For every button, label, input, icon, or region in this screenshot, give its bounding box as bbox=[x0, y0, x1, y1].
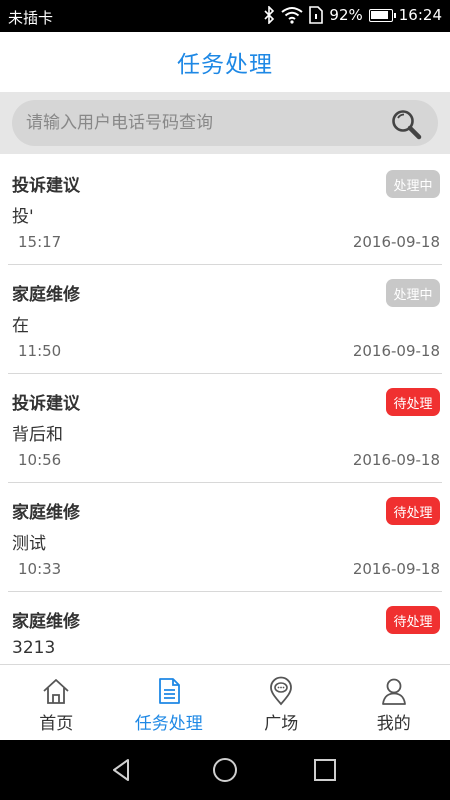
task-date: 2016-09-18 bbox=[352, 451, 440, 469]
wifi-icon bbox=[281, 7, 304, 24]
task-type: 投诉建议 bbox=[12, 394, 80, 414]
task-time: 15:17 bbox=[18, 233, 62, 251]
status-badge: 处理中 bbox=[386, 170, 440, 198]
recent-apps-icon[interactable] bbox=[311, 756, 339, 784]
task-item[interactable]: 家庭维修 处理中 在 11:50 2016-09-18 bbox=[8, 265, 442, 374]
task-time: 11:50 bbox=[18, 342, 62, 360]
nav-label-tasks: 任务处理 bbox=[134, 714, 203, 734]
nav-label-mine: 我的 bbox=[376, 714, 411, 734]
status-badge: 待处理 bbox=[386, 497, 440, 525]
status-badge: 处理中 bbox=[386, 279, 440, 307]
back-icon[interactable] bbox=[108, 756, 136, 784]
app-screen: 未插卡 92% 16:24 任务处理 请输入用户电话号码查询 投诉建议 处理中 … bbox=[0, 0, 450, 800]
system-nav-bar bbox=[0, 740, 450, 800]
bottom-nav: 首页 任务处理 广场 我的 bbox=[0, 664, 450, 740]
task-item[interactable]: 投诉建议 处理中 投' 15:17 2016-09-18 bbox=[8, 156, 442, 265]
page-title: 任务处理 bbox=[177, 52, 273, 78]
task-date: 2016-09-18 bbox=[352, 342, 440, 360]
bluetooth-icon bbox=[264, 6, 275, 24]
task-date: 2016-09-18 bbox=[352, 233, 440, 251]
task-type: 投诉建议 bbox=[12, 176, 80, 196]
home-circle-icon[interactable] bbox=[211, 756, 239, 784]
search-input[interactable] bbox=[26, 100, 366, 146]
document-icon bbox=[158, 678, 180, 704]
status-badge: 待处理 bbox=[386, 606, 440, 634]
task-type: 家庭维修 bbox=[12, 612, 80, 632]
task-description: 背后和 bbox=[12, 425, 63, 445]
home-icon bbox=[43, 679, 69, 704]
carrier-text: 未插卡 bbox=[8, 9, 54, 27]
status-bar: 未插卡 92% 16:24 bbox=[0, 0, 450, 32]
task-item[interactable]: 投诉建议 待处理 背后和 10:56 2016-09-18 bbox=[8, 374, 442, 483]
battery-percent: 92% bbox=[329, 6, 363, 24]
location-chat-icon bbox=[270, 676, 293, 706]
clock: 16:24 bbox=[398, 6, 442, 24]
search-icon[interactable] bbox=[390, 108, 422, 140]
task-type: 家庭维修 bbox=[12, 285, 80, 305]
nav-item-tasks[interactable]: 任务处理 bbox=[113, 665, 226, 740]
nav-label-home: 首页 bbox=[39, 714, 74, 734]
task-description: 测试 bbox=[12, 534, 46, 554]
task-description: 投' bbox=[12, 207, 34, 227]
task-list: 投诉建议 处理中 投' 15:17 2016-09-18 家庭维修 处理中 在 … bbox=[0, 156, 450, 664]
battery-icon bbox=[368, 8, 396, 22]
task-description: 在 bbox=[12, 316, 29, 336]
search-box bbox=[12, 100, 438, 146]
sim-icon bbox=[309, 6, 324, 24]
task-item[interactable]: 家庭维修 待处理 3213 bbox=[8, 592, 442, 664]
person-icon bbox=[381, 678, 406, 705]
status-badge: 待处理 bbox=[386, 388, 440, 416]
nav-item-home[interactable]: 首页 bbox=[0, 665, 113, 740]
task-item[interactable]: 家庭维修 待处理 测试 10:33 2016-09-18 bbox=[8, 483, 442, 592]
task-time: 10:56 bbox=[18, 451, 62, 469]
nav-item-square[interactable]: 广场 bbox=[225, 665, 338, 740]
task-date: 2016-09-18 bbox=[352, 560, 440, 578]
search-bar bbox=[0, 92, 450, 154]
task-time: 10:33 bbox=[18, 560, 62, 578]
task-description: 3213 bbox=[12, 638, 56, 658]
task-type: 家庭维修 bbox=[12, 503, 80, 523]
nav-label-square: 广场 bbox=[264, 714, 299, 734]
nav-item-mine[interactable]: 我的 bbox=[338, 665, 450, 740]
header: 任务处理 bbox=[0, 32, 450, 92]
status-icons: 92% 16:24 bbox=[263, 6, 442, 24]
